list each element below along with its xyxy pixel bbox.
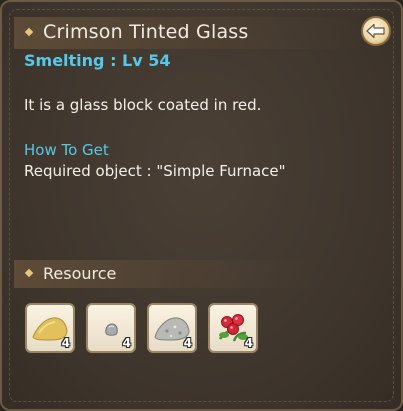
resource-title: Resource	[43, 264, 117, 283]
smelting-level: Smelting : Lv 54	[24, 51, 171, 70]
item-title: Crimson Tinted Glass	[43, 21, 249, 43]
resource-qty: 4	[244, 336, 253, 350]
back-arrow-icon	[366, 23, 385, 39]
item-info-panel: Crimson Tinted Glass Smelting : Lv 54 It…	[0, 0, 403, 411]
resource-slot-stone[interactable]: 4	[86, 303, 136, 353]
required-object: Required object : "Simple Furnace"	[24, 162, 286, 180]
resource-qty: 4	[61, 336, 70, 350]
resource-qty: 4	[122, 336, 131, 350]
back-button[interactable]	[361, 16, 391, 46]
item-description: It is a glass block coated in red.	[24, 96, 262, 114]
resource-slot-berry[interactable]: 4	[208, 303, 258, 353]
how-to-get-label: How To Get	[24, 141, 109, 159]
resource-slot-gravel[interactable]: 4	[147, 303, 197, 353]
resource-qty: 4	[183, 336, 192, 350]
resource-slot-sand[interactable]: 4	[25, 303, 75, 353]
